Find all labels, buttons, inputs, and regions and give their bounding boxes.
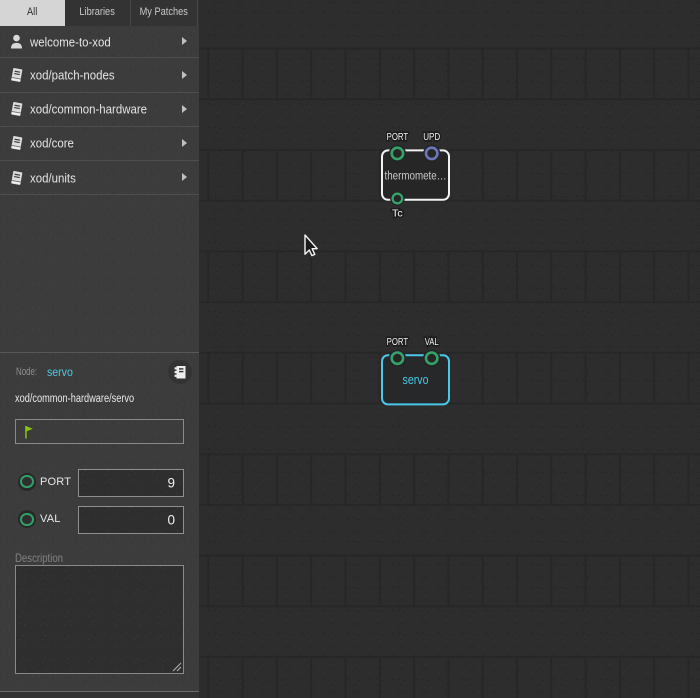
svg-text:servo: servo — [403, 373, 429, 387]
svg-text:thermomete…: thermomete… — [385, 168, 447, 182]
svg-text:UPD: UPD — [423, 131, 440, 143]
svg-text:PORT: PORT — [387, 131, 409, 143]
svg-text:VAL: VAL — [425, 336, 439, 348]
svg-text:Tc: Tc — [392, 207, 403, 219]
svg-text:PORT: PORT — [387, 336, 409, 348]
